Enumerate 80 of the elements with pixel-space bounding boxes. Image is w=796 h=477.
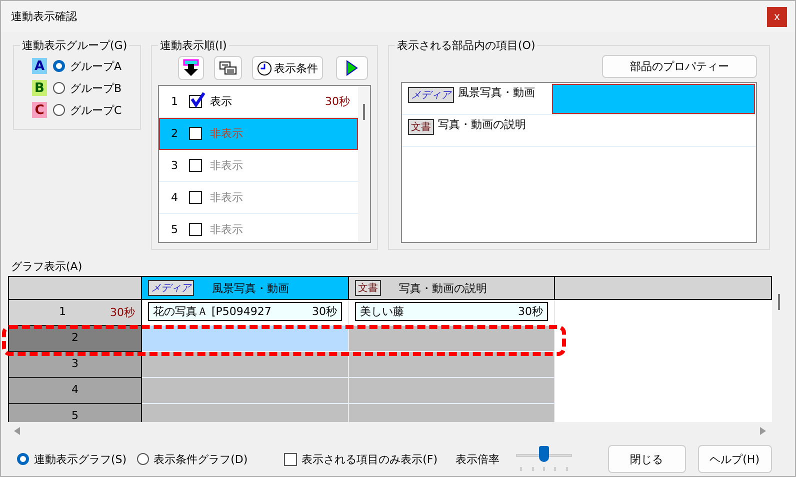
order-row[interactable]: 2 非表示 bbox=[159, 118, 358, 150]
down-button[interactable] bbox=[178, 56, 204, 80]
document-badge: 文書 bbox=[355, 280, 381, 296]
radio-label[interactable]: 連動表示グラフ(S) bbox=[34, 452, 127, 466]
group-legend: 連動表示グループ(G) bbox=[20, 38, 130, 53]
clip-entry[interactable]: 花の写真Ａ [P5094927 30秒 bbox=[148, 302, 342, 321]
column-title: 写真・動画の説明 bbox=[399, 280, 487, 296]
checkbox[interactable] bbox=[189, 159, 202, 172]
clock-icon bbox=[257, 60, 272, 76]
cards-icon bbox=[219, 61, 237, 75]
row-number: 3 bbox=[70, 357, 80, 370]
row-header[interactable]: 4 bbox=[9, 378, 142, 404]
row-label: 表示 bbox=[210, 94, 233, 109]
row-label: 非表示 bbox=[210, 158, 244, 173]
media-badge: メディア bbox=[148, 280, 194, 296]
play-icon bbox=[346, 60, 358, 76]
column-header[interactable]: 文書 写真・動画の説明 bbox=[349, 276, 555, 300]
scrollbar[interactable] bbox=[358, 86, 370, 242]
checkbox-label[interactable]: 表示される項目のみ表示(F) bbox=[302, 452, 438, 466]
duration-text: 30秒 bbox=[312, 304, 337, 319]
down-arrow-icon bbox=[183, 59, 199, 77]
group-letter: A bbox=[32, 58, 47, 74]
row-label: 非表示 bbox=[210, 222, 244, 237]
row-number: 1 bbox=[171, 95, 179, 108]
condition-button[interactable]: 表示条件 bbox=[252, 56, 323, 80]
row-number: 3 bbox=[171, 159, 179, 172]
media-badge: メディア bbox=[408, 87, 454, 103]
slider-thumb[interactable] bbox=[538, 446, 549, 462]
play-button[interactable] bbox=[336, 56, 368, 80]
row-number: 1 bbox=[58, 305, 67, 318]
column-title: 風景写真・動画 bbox=[212, 280, 289, 296]
checkbox[interactable] bbox=[284, 452, 297, 466]
zoom-slider[interactable] bbox=[516, 444, 572, 474]
scrollbar-thumb[interactable] bbox=[778, 294, 780, 310]
radio-label[interactable]: 表示条件グラフ(D) bbox=[154, 452, 248, 466]
help-button[interactable]: ヘルプ(H) bbox=[698, 445, 772, 473]
group-letter: C bbox=[32, 102, 47, 118]
close-dialog-button[interactable]: 閉じる bbox=[608, 445, 686, 473]
duration-text: 30秒 bbox=[325, 94, 350, 109]
window-title: 連動表示確認 bbox=[11, 9, 77, 24]
radio-button[interactable] bbox=[17, 453, 29, 465]
row-number: 4 bbox=[70, 383, 80, 396]
graph-label: グラフ表示(A) bbox=[10, 259, 84, 275]
checkbox[interactable] bbox=[189, 127, 202, 140]
checkbox[interactable] bbox=[189, 191, 202, 204]
properties-button[interactable]: 部品のプロパティー bbox=[602, 55, 757, 78]
group-letter: B bbox=[32, 80, 47, 96]
row-number: 5 bbox=[171, 223, 179, 236]
zoom-label: 表示倍率 bbox=[456, 452, 500, 466]
clip-entry[interactable]: 美しい藤 30秒 bbox=[355, 302, 548, 321]
clip-title: 美しい藤 bbox=[360, 304, 404, 319]
radio-button[interactable] bbox=[53, 104, 65, 116]
row-number: 4 bbox=[171, 191, 179, 204]
radio-label[interactable]: グループB bbox=[70, 80, 122, 96]
radio-button[interactable] bbox=[53, 82, 65, 94]
parts-legend: 表示される部品内の項目(O) bbox=[395, 38, 538, 53]
radio-button[interactable] bbox=[136, 453, 149, 465]
close-button[interactable]: x bbox=[767, 6, 787, 26]
checkbox[interactable] bbox=[189, 223, 202, 236]
radio-label[interactable]: グループC bbox=[70, 102, 122, 118]
order-legend: 連動表示順(I) bbox=[158, 38, 229, 53]
row-number: 2 bbox=[70, 331, 80, 344]
row-header[interactable]: 3 bbox=[9, 352, 142, 378]
row-header[interactable]: 5 bbox=[9, 404, 142, 422]
part-label: 写真・動画の説明 bbox=[438, 119, 527, 131]
column-header[interactable]: メディア 風景写真・動画 bbox=[142, 276, 349, 300]
cards-button[interactable] bbox=[214, 56, 242, 80]
row-header[interactable]: 1 30秒 bbox=[9, 300, 142, 326]
row-number: 2 bbox=[171, 127, 179, 140]
duration-text: 30秒 bbox=[110, 305, 135, 320]
radio-label[interactable]: グループA bbox=[70, 58, 122, 74]
duration-text: 30秒 bbox=[518, 304, 543, 319]
row-label: 非表示 bbox=[210, 126, 244, 141]
row-number: 5 bbox=[70, 409, 80, 422]
document-badge: 文書 bbox=[408, 119, 434, 135]
row-label: 非表示 bbox=[210, 190, 244, 205]
part-label: 風景写真・動画 bbox=[458, 87, 536, 99]
radio-button[interactable] bbox=[53, 60, 65, 72]
row-header[interactable]: 2 bbox=[9, 326, 142, 352]
clip-title: 花の写真Ａ [P5094927 bbox=[153, 304, 272, 319]
